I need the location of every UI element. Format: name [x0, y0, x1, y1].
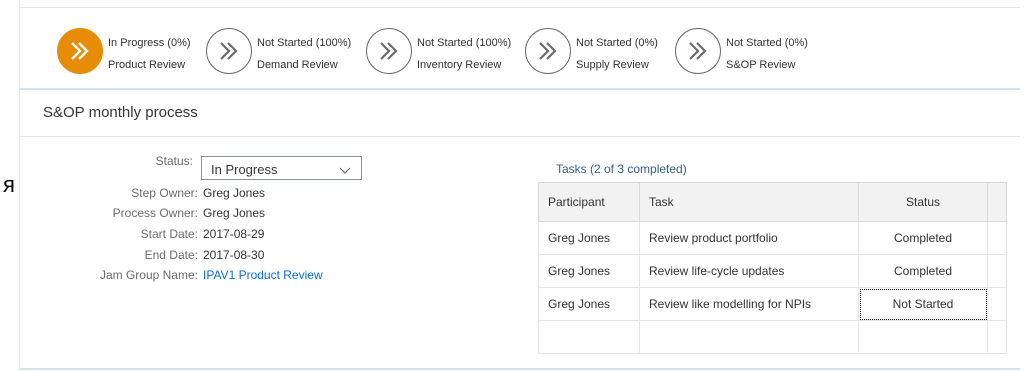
fast-forward-icon	[366, 28, 412, 74]
column-header-status[interactable]: Status	[858, 182, 988, 222]
left-gutter: я	[0, 0, 19, 371]
process-owner-label: Process Owner:	[112, 206, 198, 220]
participant-link[interactable]: Greg Jones	[538, 254, 640, 288]
table-row[interactable]: Greg Jones Review product portfolio Comp…	[538, 221, 1007, 255]
bottom-divider	[20, 368, 1020, 370]
step-owner-value: Greg Jones	[203, 186, 266, 200]
start-date-label: Start Date:	[140, 227, 198, 241]
table-row[interactable]: Greg Jones Review life-cycle updates Com…	[538, 254, 1007, 288]
end-date-value: 2017-08-30	[203, 248, 265, 262]
participant-link[interactable]: Greg Jones	[538, 287, 640, 321]
column-header-task[interactable]: Task	[639, 182, 859, 222]
end-date-row: End Date: 2017-08-30	[20, 248, 540, 266]
fast-forward-icon	[675, 28, 721, 74]
step-sop-review[interactable]: Not Started (0%) S&OP Review	[675, 24, 820, 76]
fast-forward-icon	[525, 28, 571, 74]
step-demand-review[interactable]: Not Started (100%) Demand Review	[206, 24, 361, 76]
divider	[20, 136, 1020, 137]
end-date-label: End Date:	[144, 248, 198, 262]
process-owner-row: Process Owner: Greg Jones	[20, 206, 540, 224]
status-value: In Progress	[211, 162, 278, 177]
column-header-spacer	[987, 182, 1007, 222]
step-status: Not Started (0%)	[576, 37, 658, 49]
task-cell: Review like modelling for NPIs	[639, 287, 859, 321]
tasks-title: Tasks (2 of 3 completed)	[556, 162, 687, 176]
jam-group-label: Jam Group Name:	[99, 268, 198, 282]
status-label: Status:	[155, 154, 193, 168]
status-cell[interactable]: Not Started	[858, 287, 988, 321]
step-name: Supply Review	[576, 59, 649, 71]
spacer-cell	[987, 254, 1007, 288]
jam-group-row: Jam Group Name: IPAV1 Product Review	[20, 268, 540, 286]
process-panel: In Progress (0%) Product Review Not Star…	[19, 0, 1020, 371]
fast-forward-icon	[57, 28, 103, 74]
stray-character: я	[3, 172, 15, 197]
section-title: S&OP monthly process	[43, 104, 198, 121]
participant-link[interactable]: Greg Jones	[538, 221, 640, 255]
step-name: Demand Review	[257, 59, 338, 71]
status-cell: Completed	[858, 221, 988, 255]
chevron-down-icon	[339, 163, 351, 178]
step-name: Product Review	[108, 59, 186, 71]
step-status: Not Started (0%)	[726, 37, 808, 49]
step-supply-review[interactable]: Not Started (0%) Supply Review	[525, 24, 670, 76]
top-strip	[20, 0, 1020, 8]
fast-forward-icon	[206, 28, 252, 74]
tasks-table: Participant Task Status Greg Jones Revie…	[538, 182, 1007, 354]
step-inventory-review[interactable]: Not Started (100%) Inventory Review	[366, 24, 526, 76]
step-status: Not Started (100%)	[257, 37, 352, 49]
column-header-participant[interactable]: Participant	[538, 182, 640, 222]
table-header-row: Participant Task Status	[538, 182, 1007, 222]
process-owner-value: Greg Jones	[203, 206, 266, 220]
step-status: Not Started (100%)	[417, 37, 512, 49]
step-product-review[interactable]: In Progress (0%) Product Review	[57, 24, 202, 76]
start-date-value: 2017-08-29	[203, 227, 265, 241]
status-row: Status: In Progress	[20, 152, 540, 182]
step-name: Inventory Review	[417, 59, 502, 71]
step-status: In Progress (0%)	[108, 37, 191, 49]
spacer-cell	[987, 287, 1007, 321]
step-owner-label: Step Owner:	[131, 186, 198, 200]
status-cell: Completed	[858, 254, 988, 288]
step-owner-row: Step Owner: Greg Jones	[20, 186, 540, 204]
jam-group-link[interactable]: IPAV1 Product Review	[203, 268, 323, 282]
status-select[interactable]: In Progress	[201, 156, 362, 180]
table-row[interactable]: Greg Jones Review like modelling for NPI…	[538, 287, 1007, 321]
task-cell: Review product portfolio	[639, 221, 859, 255]
task-cell: Review life-cycle updates	[639, 254, 859, 288]
empty-table-row	[538, 320, 1007, 354]
start-date-row: Start Date: 2017-08-29	[20, 227, 540, 245]
process-steps: In Progress (0%) Product Review Not Star…	[20, 8, 1020, 90]
step-name: S&OP Review	[726, 59, 796, 71]
spacer-cell	[987, 221, 1007, 255]
